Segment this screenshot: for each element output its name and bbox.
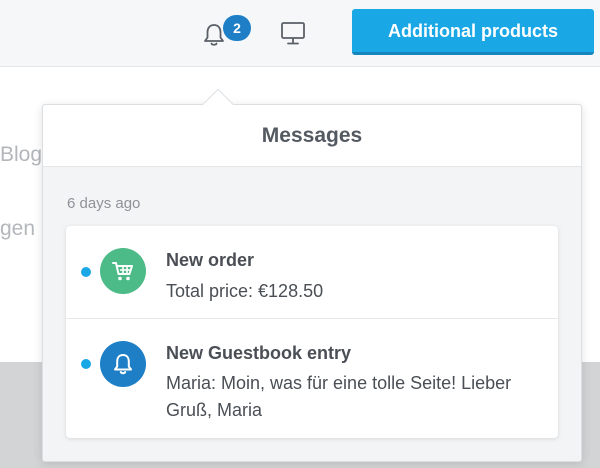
messages-list: New order Total price: €128.50 New Guest… xyxy=(66,226,558,438)
date-group-label: 6 days ago xyxy=(67,195,141,212)
background-gen-text: gen xyxy=(0,217,36,240)
message-title: New Guestbook entry xyxy=(166,343,352,363)
notification-count-badge: 2 xyxy=(223,15,251,41)
additional-products-button[interactable]: Additional products xyxy=(352,9,594,55)
messages-title: Messages xyxy=(43,105,581,167)
unread-indicator xyxy=(81,359,91,369)
bell-icon xyxy=(114,354,132,375)
top-header: 2 Additional products xyxy=(0,0,600,67)
message-title: New order xyxy=(166,250,255,270)
guestbook-icon-circle xyxy=(100,341,146,387)
messages-dropdown: Messages 6 days ago New order Total pric… xyxy=(42,104,582,462)
message-body: Total price: €128.50 xyxy=(166,281,324,301)
preview-button[interactable] xyxy=(279,20,307,46)
cart-icon xyxy=(112,262,133,281)
unread-indicator xyxy=(81,267,91,277)
message-item-new-order[interactable]: New order Total price: €128.50 xyxy=(66,226,558,319)
message-body: Maria: Moin, was für eine tolle Seite! L… xyxy=(166,373,512,420)
dropdown-caret xyxy=(200,87,236,105)
monitor-icon xyxy=(281,22,305,45)
order-icon-circle xyxy=(100,248,146,294)
background-blog-text: Blog xyxy=(0,143,43,166)
message-item-guestbook-entry[interactable]: New Guestbook entry Maria: Moin, was für… xyxy=(66,319,558,438)
